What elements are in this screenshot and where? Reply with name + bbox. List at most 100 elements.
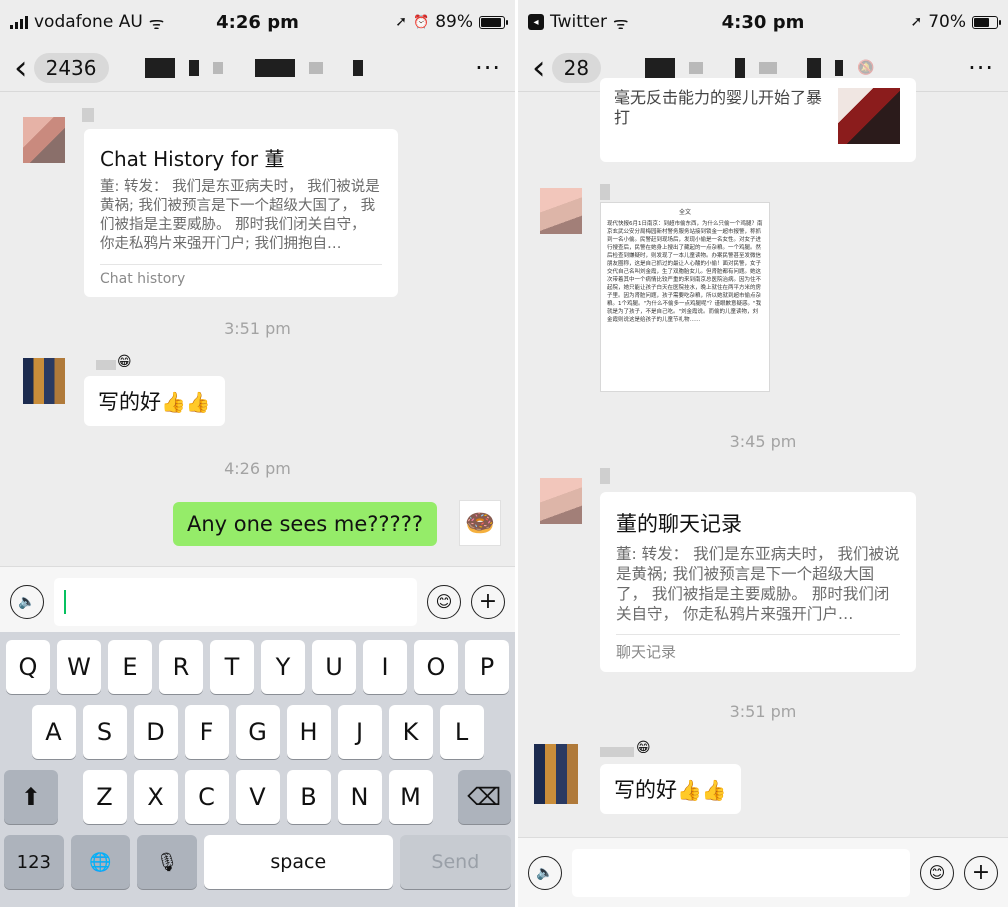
card-footer: 聊天记录 (616, 643, 677, 661)
send-key[interactable]: Send (399, 835, 511, 889)
sender-name-redacted (96, 360, 116, 370)
dictation-key[interactable]: 🎙 (137, 835, 197, 889)
key-q[interactable]: Q (6, 640, 50, 694)
key-f[interactable]: F (184, 705, 229, 759)
backspace-key[interactable]: ⌫ (457, 770, 511, 824)
space-key[interactable]: space (203, 835, 393, 889)
alarm-icon: ⏰ (413, 14, 430, 30)
key-o[interactable]: O (414, 640, 458, 694)
key-u[interactable]: U (312, 640, 356, 694)
key-g[interactable]: G (235, 705, 280, 759)
avatar[interactable] (540, 478, 582, 524)
key-p[interactable]: P (465, 640, 509, 694)
back-button[interactable]: ‹ 28 (532, 47, 602, 88)
key-j[interactable]: J (337, 705, 382, 759)
chat-title-redacted (144, 57, 476, 78)
keyboard-row-1: QWERTYUIOP (4, 640, 511, 694)
keyboard: QWERTYUIOP ASDFGHJKL ⬆ ZXCVBNM ⌫ 123 🌐 🎙… (0, 632, 515, 907)
location-icon: ➚ (395, 14, 408, 30)
chat-history-card[interactable]: 董的聊天记录 董: 转发： 我们是东亚病夫时， 我们被说是黄祸; 我们被预言是下… (600, 492, 916, 672)
avatar[interactable] (534, 744, 578, 804)
key-c[interactable]: C (184, 770, 229, 824)
key-m[interactable]: M (388, 770, 433, 824)
key-d[interactable]: D (133, 705, 178, 759)
key-b[interactable]: B (286, 770, 331, 824)
key-h[interactable]: H (286, 705, 331, 759)
key-a[interactable]: A (31, 705, 76, 759)
outgoing-message-bubble[interactable]: Any one sees me????? (172, 502, 437, 546)
key-s[interactable]: S (82, 705, 127, 759)
plus-button[interactable]: + (964, 855, 998, 890)
carrier-label: vodafone AU (34, 12, 143, 32)
key-n[interactable]: N (337, 770, 382, 824)
message-input[interactable] (572, 848, 910, 897)
key-x[interactable]: X (133, 770, 178, 824)
key-y[interactable]: Y (261, 640, 305, 694)
avatar[interactable] (23, 117, 65, 163)
screenshot-title: 全文 (678, 209, 691, 216)
avatar[interactable] (540, 188, 582, 234)
more-options-button[interactable]: ··· (475, 54, 501, 82)
message-bubble[interactable]: 写的好👍👍 (84, 376, 225, 426)
card-title: Chat History for 董 (100, 147, 285, 171)
message-input[interactable] (54, 577, 417, 626)
key-r[interactable]: R (159, 640, 203, 694)
key-t[interactable]: T (210, 640, 254, 694)
key-k[interactable]: K (388, 705, 433, 759)
chat-title-redacted: 🔕 (645, 57, 968, 78)
key-v[interactable]: V (235, 770, 280, 824)
timestamp: 3:51 pm (729, 702, 797, 721)
sender-name-redacted (600, 468, 610, 484)
back-app-label[interactable]: Twitter (550, 12, 607, 32)
unread-count-badge: 2436 (33, 52, 109, 83)
location-icon: ➚ (910, 14, 923, 30)
back-button[interactable]: ‹ 2436 (14, 51, 109, 85)
screenshot-body: 现代快报6月1日南京：到超市偷东西，为什么只偷一个鸡腿？南京玄武公安分局梅园新村… (607, 221, 763, 323)
sender-name-redacted (600, 184, 610, 200)
message-text: Any one sees me????? (186, 512, 423, 536)
message-input-bar: 🔈 😊 + (518, 837, 1008, 907)
timestamp: 3:51 pm (224, 319, 291, 338)
status-bar: vodafone AU ᯤ 4:26 pm ➚ ⏰ 89% (0, 0, 515, 44)
chat-nav-bar: ‹ 2436 ··· (0, 44, 515, 92)
card-preview: 毫无反击能力的婴儿开始了暴打 (614, 88, 823, 127)
wifi-icon: ᯤ (612, 13, 629, 34)
timestamp: 4:26 pm (224, 459, 291, 478)
timestamp: 3:45 pm (729, 432, 797, 451)
backspace-icon: ⌫ (467, 783, 502, 811)
key-w[interactable]: W (57, 640, 101, 694)
shift-key[interactable]: ⬆ (4, 770, 58, 824)
shift-icon: ⬆ (20, 783, 41, 811)
link-card[interactable]: 毫无反击能力的婴儿开始了暴打 (600, 78, 916, 162)
key-i[interactable]: I (363, 640, 407, 694)
voice-input-button[interactable]: 🔈 (10, 584, 44, 619)
message-text: 写的好 (98, 390, 161, 414)
sender-name-redacted (82, 108, 94, 122)
text-cursor (64, 589, 66, 614)
plus-button[interactable]: + (471, 584, 505, 619)
more-options-button[interactable]: ··· (968, 54, 994, 82)
chat-history-card[interactable]: Chat History for 董 董: 转发： 我们是东亚病夫时， 我们被说… (84, 129, 398, 297)
key-l[interactable]: L (439, 705, 484, 759)
my-avatar[interactable]: 🍩 (459, 500, 501, 546)
image-message[interactable]: 全文 现代快报6月1日南京：到超市偷东西，为什么只偷一个鸡腿？南京玄武公安分局梅… (600, 202, 770, 392)
keyboard-row-2: ASDFGHJKL (4, 705, 511, 759)
key-e[interactable]: E (108, 640, 152, 694)
emoji-button[interactable]: 😊 (427, 584, 461, 619)
key-z[interactable]: Z (82, 770, 127, 824)
globe-key[interactable]: 🌐 (70, 835, 131, 889)
globe-icon: 🌐 (89, 851, 112, 873)
voice-input-button[interactable]: 🔈 (528, 855, 562, 890)
chevron-left-icon: ‹ (532, 47, 546, 88)
avatar[interactable] (23, 358, 65, 404)
card-title: 董的聊天记录 (616, 512, 742, 536)
plus-icon: + (971, 860, 991, 885)
emoji-button[interactable]: 😊 (920, 855, 954, 890)
left-phone-screen: vodafone AU ᯤ 4:26 pm ➚ ⏰ 89% ‹ 2436 ··· (0, 0, 515, 907)
card-preview: 董: 转发： 我们是东亚病夫时， 我们被说是黄祸; 我们被预言是下一个超级大国了… (100, 179, 380, 252)
sender-name-redacted (600, 747, 634, 757)
message-bubble[interactable]: 写的好👍👍 (600, 764, 741, 814)
thumbs-up-icon: 👍👍 (677, 778, 727, 802)
numbers-key[interactable]: 123 (4, 835, 64, 889)
emoji-icon: 😊 (435, 592, 453, 611)
